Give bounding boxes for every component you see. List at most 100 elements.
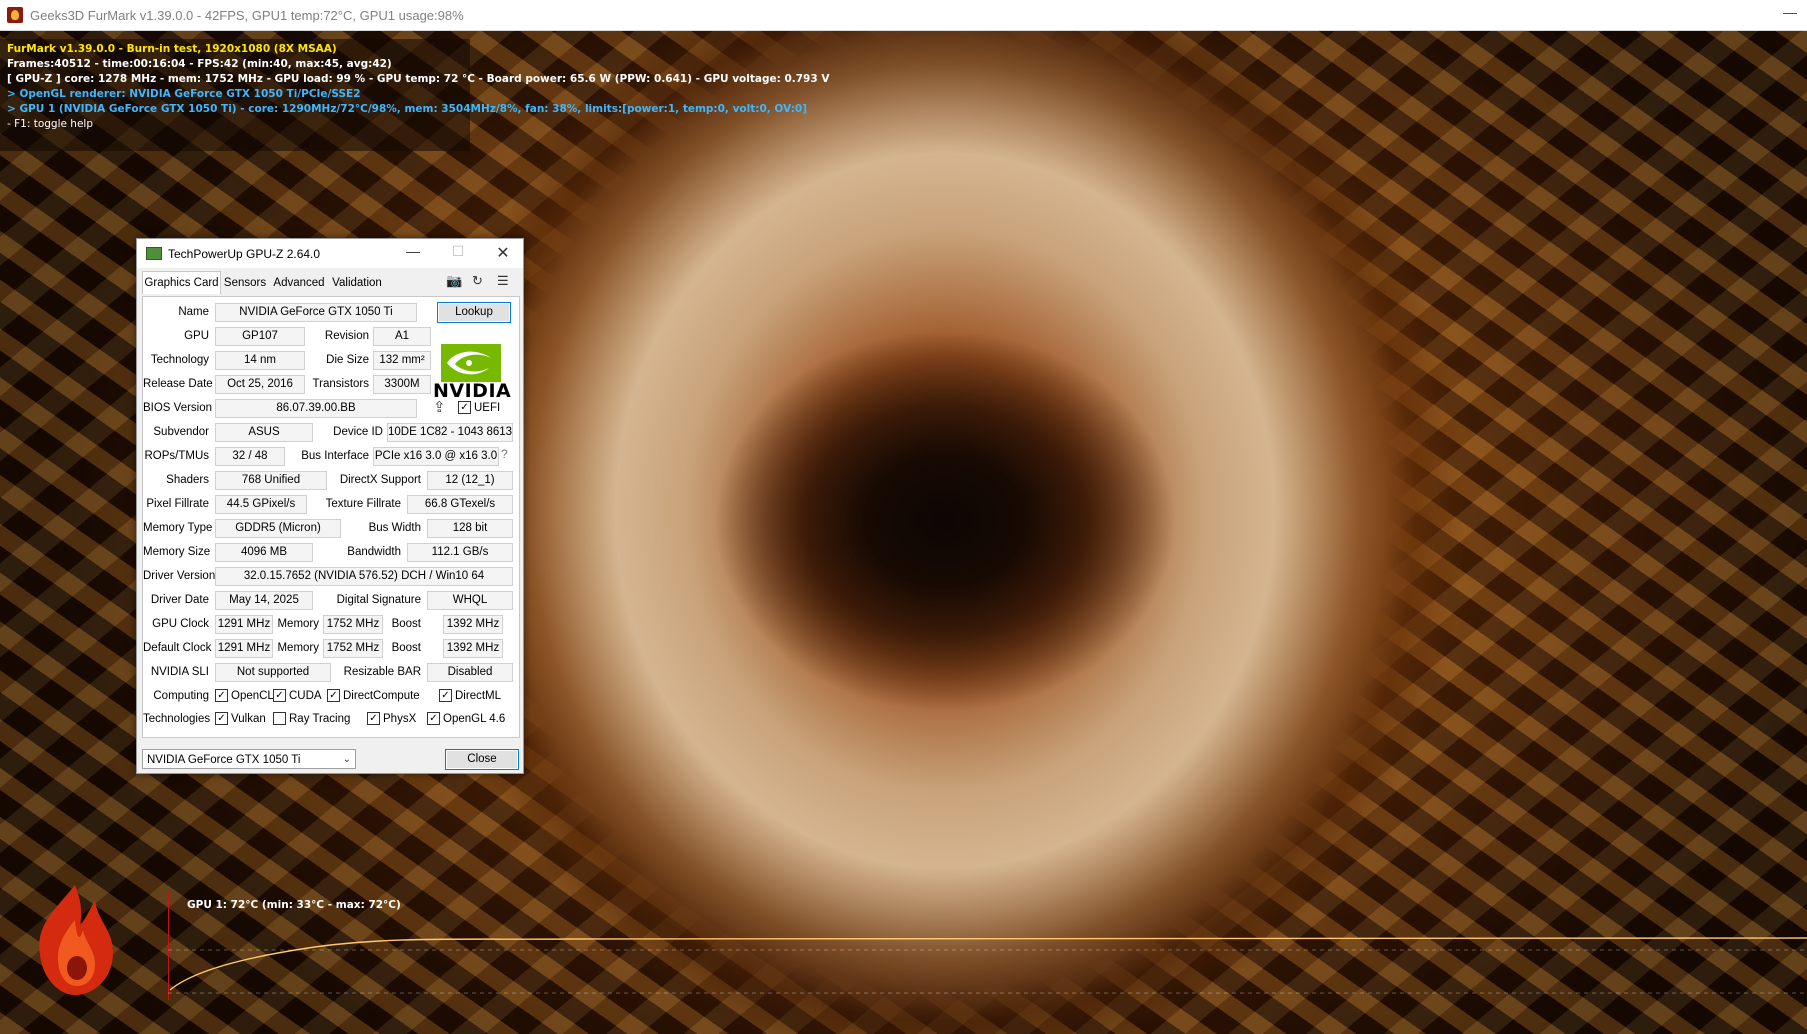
minimize-button[interactable]: —	[1783, 4, 1797, 20]
pixel-fillrate-label: Pixel Fillrate	[146, 498, 209, 510]
revision-value: A1	[373, 327, 431, 346]
tab-sensors[interactable]: Sensors	[222, 273, 268, 293]
vulkan-checkbox-box: ✓	[215, 712, 228, 725]
directx-support-label: DirectX Support	[339, 474, 421, 486]
technologies-label: Technologies	[143, 713, 211, 725]
default-clock-label: Default Clock	[143, 642, 212, 654]
hud-line-help: - F1: toggle help	[7, 118, 94, 130]
gpuz-window: TechPowerUp GPU-Z 2.64.0 — ☐ ✕ Graphics …	[136, 238, 524, 774]
cuda-checkbox[interactable]: ✓ CUDA	[273, 689, 322, 702]
name-value: NVIDIA GeForce GTX 1050 Ti	[215, 303, 417, 322]
gpuz-close-button[interactable]: ✕	[493, 243, 513, 263]
temperature-graph-label: GPU 1: 72°C (min: 33°C - max: 72°C)	[187, 899, 401, 911]
default-clock-value: 1291 MHz	[215, 639, 273, 658]
rops-tmus-label: ROPs/TMUs	[144, 450, 209, 462]
directml-checkbox-box: ✓	[439, 689, 452, 702]
bios-version-value: 86.07.39.00.BB	[215, 399, 417, 418]
opencl-checkbox-box: ✓	[215, 689, 228, 702]
gpu-label: GPU	[184, 330, 209, 342]
bus-help-icon[interactable]: ?	[501, 447, 508, 461]
opencl-checkbox[interactable]: ✓ OpenCL	[215, 689, 274, 702]
uefi-checkbox[interactable]: ✓ UEFI	[458, 401, 500, 414]
driver-version-label: Driver Version	[143, 570, 216, 582]
hud-line-gpuz: [ GPU-Z ] core: 1278 MHz - mem: 1752 MHz…	[7, 73, 830, 85]
vulkan-label: Vulkan	[231, 712, 266, 725]
digital-signature-value: WHQL	[427, 591, 513, 610]
tab-validation[interactable]: Validation	[330, 273, 384, 293]
tab-graphics-card[interactable]: Graphics Card	[142, 271, 221, 294]
gpu-boost-label: Boost	[391, 618, 421, 630]
app-title: Geeks3D FurMark v1.39.0.0 - 42FPS, GPU1 …	[30, 7, 464, 23]
graphics-card-panel: Name NVIDIA GeForce GTX 1050 Ti Lookup G…	[142, 296, 520, 738]
opengl-checkbox-box: ✓	[427, 712, 440, 725]
driver-version-value: 32.0.15.7652 (NVIDIA 576.52) DCH / Win10…	[215, 567, 513, 586]
memory-size-value: 4096 MB	[215, 543, 313, 562]
die-size-label: Die Size	[326, 354, 369, 366]
hud-line-gpu1: > GPU 1 (NVIDIA GeForce GTX 1050 Ti) - c…	[7, 103, 807, 115]
texture-fillrate-label: Texture Fillrate	[325, 498, 401, 510]
bus-interface-value: PCIe x16 3.0 @ x16 3.0	[373, 447, 499, 466]
menu-icon[interactable]: ☰	[497, 273, 509, 289]
lookup-button[interactable]: Lookup	[437, 302, 511, 323]
device-id-label: Device ID	[333, 426, 383, 438]
gpuz-minimize-button[interactable]: —	[403, 243, 423, 259]
physx-checkbox-box: ✓	[367, 712, 380, 725]
technology-label: Technology	[150, 354, 209, 366]
share-icon[interactable]: ⇪	[433, 398, 446, 416]
default-memory-label: Memory	[277, 642, 319, 654]
gpuz-title: TechPowerUp GPU-Z 2.64.0	[168, 246, 321, 261]
tab-advanced[interactable]: Advanced	[272, 273, 326, 293]
default-boost-label: Boost	[391, 642, 421, 654]
driver-date-value: May 14, 2025	[215, 591, 313, 610]
technology-value: 14 nm	[215, 351, 305, 370]
app-titlebar: Geeks3D FurMark v1.39.0.0 - 42FPS, GPU1 …	[0, 0, 1807, 31]
release-date-label: Release Date	[143, 378, 213, 390]
directcompute-label: DirectCompute	[343, 689, 420, 702]
gpu-boost-value: 1392 MHz	[443, 615, 503, 634]
physx-label: PhysX	[383, 712, 417, 725]
release-date-value: Oct 25, 2016	[215, 375, 305, 394]
revision-label: Revision	[324, 330, 369, 342]
ray-tracing-checkbox-box	[273, 712, 286, 725]
shaders-value: 768 Unified	[215, 471, 327, 490]
furmark-flame-logo	[39, 885, 113, 995]
hud-line-renderer: > OpenGL renderer: NVIDIA GeForce GTX 10…	[7, 88, 361, 100]
default-boost-value: 1392 MHz	[443, 639, 503, 658]
transistors-label: Transistors	[312, 378, 369, 390]
uefi-checkbox-box: ✓	[458, 401, 471, 414]
bios-version-label: BIOS Version	[143, 402, 213, 414]
directcompute-checkbox-box: ✓	[327, 689, 340, 702]
gpuz-maximize-button[interactable]: ☐	[448, 243, 468, 260]
gpuz-titlebar: TechPowerUp GPU-Z 2.64.0 — ☐ ✕	[137, 239, 523, 268]
directml-label: DirectML	[455, 689, 502, 702]
resizable-bar-value: Disabled	[427, 663, 513, 682]
close-button[interactable]: Close	[445, 749, 519, 770]
refresh-icon[interactable]: ↻	[472, 273, 483, 289]
physx-checkbox[interactable]: ✓ PhysX	[367, 712, 416, 725]
hud-line-frames: Frames:40512 - time:00:16:04 - FPS:42 (m…	[7, 58, 392, 70]
bus-width-label: Bus Width	[368, 522, 421, 534]
nvidia-sli-value: Not supported	[215, 663, 331, 682]
ray-tracing-label: Ray Tracing	[289, 712, 351, 725]
pixel-fillrate-value: 44.5 GPixel/s	[215, 495, 307, 514]
bus-width-value: 128 bit	[427, 519, 513, 538]
ray-tracing-checkbox[interactable]: Ray Tracing	[273, 712, 350, 725]
camera-icon[interactable]: 📷	[446, 273, 462, 289]
vulkan-checkbox[interactable]: ✓ Vulkan	[215, 712, 266, 725]
bus-interface-label: Bus Interface	[301, 450, 369, 462]
cuda-checkbox-box: ✓	[273, 689, 286, 702]
chevron-down-icon: ⌄	[342, 754, 351, 765]
rops-tmus-value: 32 / 48	[215, 447, 285, 466]
memory-type-value: GDDR5 (Micron)	[215, 519, 341, 538]
driver-date-label: Driver Date	[150, 594, 209, 606]
gpu-select-dropdown[interactable]: NVIDIA GeForce GTX 1050 Ti ⌄	[142, 749, 356, 769]
directml-checkbox[interactable]: ✓ DirectML	[439, 689, 501, 702]
temperature-graph	[168, 892, 1807, 1000]
opengl-label: OpenGL 4.6	[443, 712, 506, 725]
nvidia-sli-label: NVIDIA SLI	[150, 666, 209, 678]
gpu-memory-label: Memory	[277, 618, 319, 630]
furmark-app-icon	[7, 7, 23, 23]
uefi-label: UEFI	[474, 401, 501, 414]
directcompute-checkbox[interactable]: ✓ DirectCompute	[327, 689, 420, 702]
opengl-checkbox[interactable]: ✓ OpenGL 4.6	[427, 712, 505, 725]
